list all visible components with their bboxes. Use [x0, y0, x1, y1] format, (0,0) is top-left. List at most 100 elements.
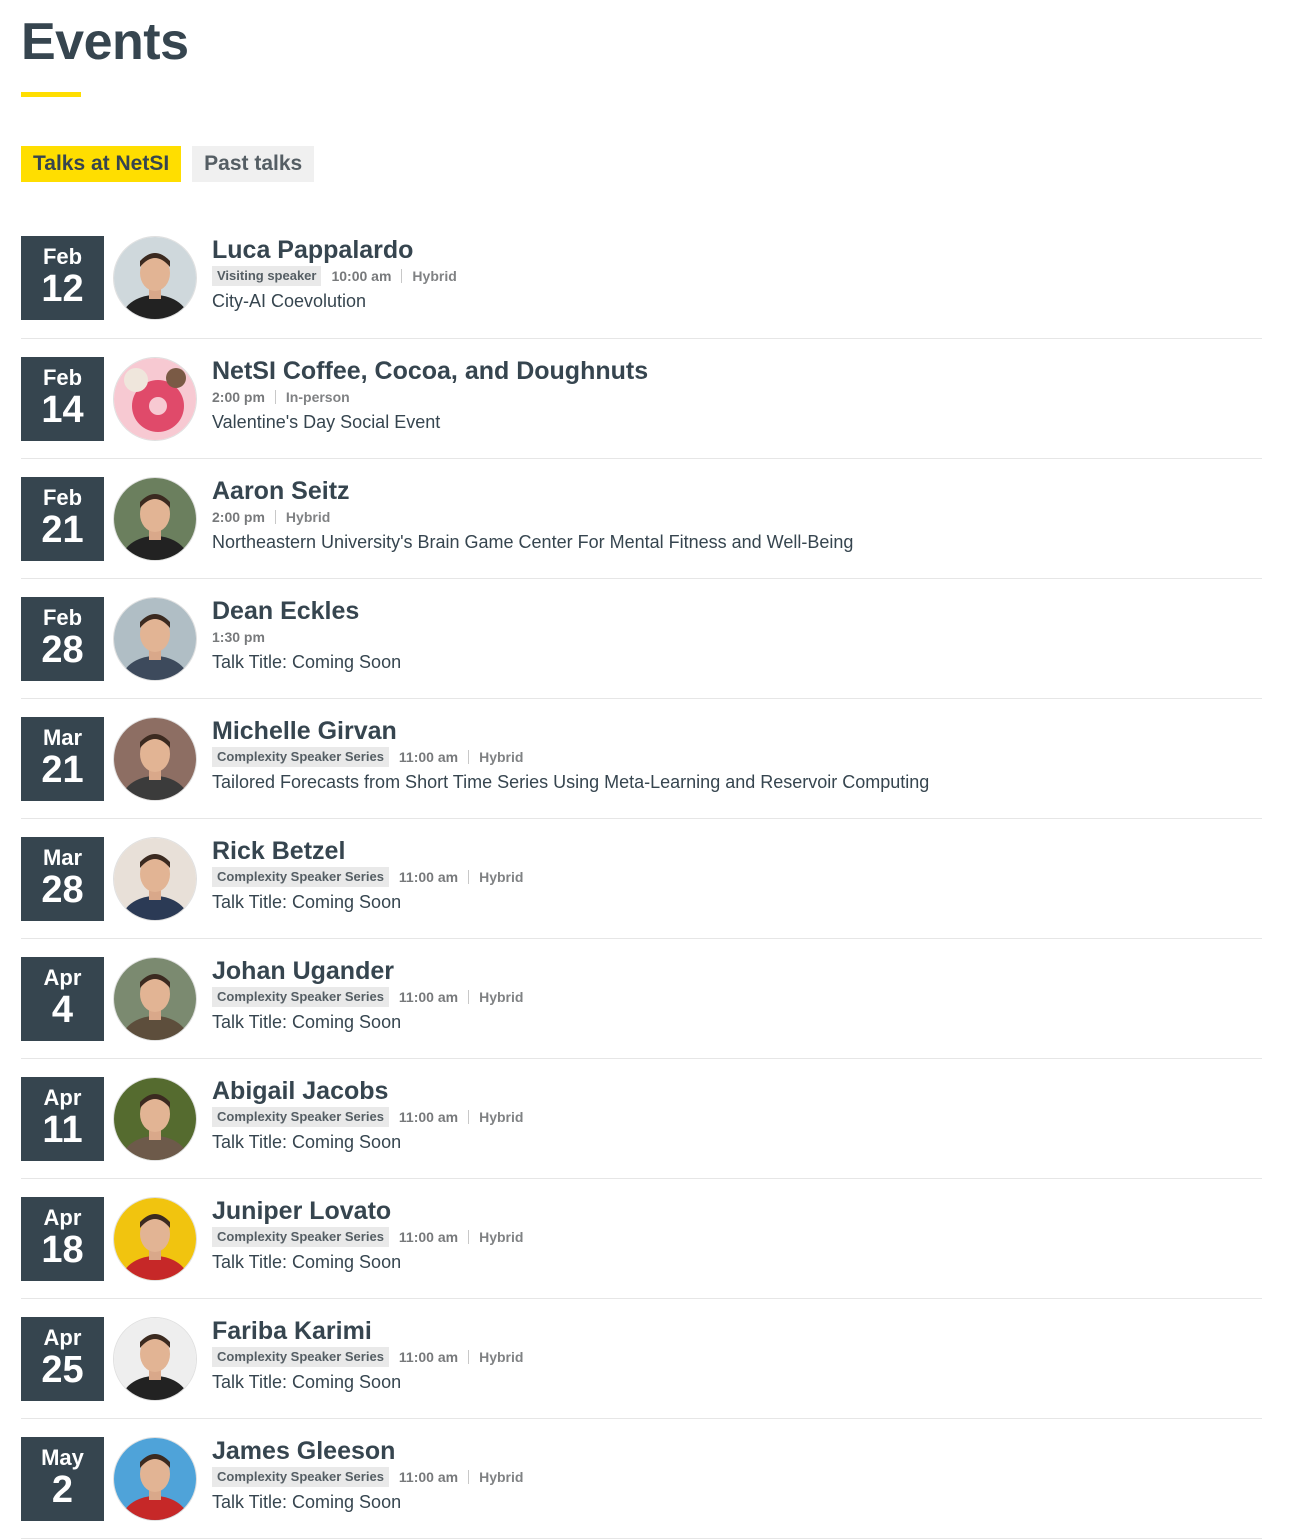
event-day: 25 [41, 1349, 84, 1391]
event-month: Apr [43, 1205, 82, 1230]
event-title-link[interactable]: Michelle Girvan [212, 716, 1262, 746]
event-subtitle: Tailored Forecasts from Short Time Serie… [212, 772, 930, 792]
event-day: 12 [41, 268, 84, 310]
event-tabs: Talks at NetSI Past talks [21, 146, 1292, 182]
event-time: 2:00 pm [212, 509, 265, 525]
event-meta: 2:00 pm In-person [212, 386, 1262, 408]
avatar[interactable] [113, 1077, 197, 1161]
events-list: Feb 12 Luca Pappalardo Visiting speaker … [21, 218, 1262, 1539]
event-mode: Hybrid [412, 268, 457, 284]
event-title-link[interactable]: Abigail Jacobs [212, 1076, 1262, 1106]
event-info: James Gleeson Complexity Speaker Series … [212, 1436, 1262, 1515]
event-month: Feb [42, 365, 83, 390]
event-day: 21 [41, 509, 84, 551]
event-meta: Complexity Speaker Series 11:00 am Hybri… [212, 746, 1262, 768]
event-time: 11:00 am [398, 989, 459, 1005]
avatar[interactable] [113, 957, 197, 1041]
event-mode: Hybrid [479, 1109, 524, 1125]
event-info: Abigail Jacobs Complexity Speaker Series… [212, 1076, 1262, 1155]
avatar[interactable] [113, 477, 197, 561]
event-info: NetSI Coffee, Cocoa, and Doughnuts 2:00 … [212, 356, 1262, 435]
event-row[interactable]: Apr 4 Johan Ugander Complexity Speaker S… [21, 939, 1262, 1059]
avatar[interactable] [113, 357, 197, 441]
avatar[interactable] [113, 236, 197, 320]
event-time: 11:00 am [398, 1229, 459, 1245]
series-badge: Complexity Speaker Series [212, 1347, 389, 1367]
event-title-link[interactable]: Juniper Lovato [212, 1196, 1262, 1226]
event-info: Juniper Lovato Complexity Speaker Series… [212, 1196, 1262, 1275]
event-mode: Hybrid [479, 989, 524, 1005]
event-mode: In-person [285, 389, 350, 405]
event-time: 10:00 am [331, 268, 392, 284]
event-month: Apr [43, 1325, 82, 1350]
series-badge: Complexity Speaker Series [212, 1107, 389, 1127]
meta-divider [401, 269, 403, 283]
event-meta: Complexity Speaker Series 11:00 am Hybri… [212, 1466, 1262, 1488]
event-date: Apr 11 [21, 1077, 104, 1161]
event-title-link[interactable]: NetSI Coffee, Cocoa, and Doughnuts [212, 356, 1262, 386]
event-row[interactable]: Apr 11 Abigail Jacobs Complexity Speaker… [21, 1059, 1262, 1179]
event-meta: Complexity Speaker Series 11:00 am Hybri… [212, 1106, 1262, 1128]
event-info: Fariba Karimi Complexity Speaker Series … [212, 1316, 1262, 1395]
event-date: Apr 4 [21, 957, 104, 1041]
event-row[interactable]: Feb 21 Aaron Seitz 2:00 pm Hybrid Northe… [21, 459, 1262, 579]
event-time: 11:00 am [398, 869, 459, 885]
event-row[interactable]: Mar 28 Rick Betzel Complexity Speaker Se… [21, 819, 1262, 939]
event-mode: Hybrid [479, 869, 524, 885]
event-row[interactable]: Apr 18 Juniper Lovato Complexity Speaker… [21, 1179, 1262, 1299]
event-title-link[interactable]: Fariba Karimi [212, 1316, 1262, 1346]
series-badge: Complexity Speaker Series [212, 747, 389, 767]
event-month: Mar [42, 845, 83, 870]
event-row[interactable]: Feb 14 NetSI Coffee, Cocoa, and Doughnut… [21, 339, 1262, 459]
meta-divider [468, 750, 470, 764]
event-title-link[interactable]: Aaron Seitz [212, 476, 1262, 506]
page-title: Events [21, 13, 189, 71]
event-mode: Hybrid [479, 1229, 524, 1245]
event-row[interactable]: Feb 12 Luca Pappalardo Visiting speaker … [21, 218, 1262, 339]
event-date: Feb 14 [21, 357, 104, 441]
tab-past-talks[interactable]: Past talks [192, 146, 315, 182]
event-subtitle: Talk Title: Coming Soon [212, 652, 402, 672]
event-time: 11:00 am [398, 1109, 459, 1125]
event-date: Apr 18 [21, 1197, 104, 1281]
event-info: Rick Betzel Complexity Speaker Series 11… [212, 836, 1262, 915]
event-title-link[interactable]: Luca Pappalardo [212, 235, 1262, 265]
avatar[interactable] [113, 1317, 197, 1401]
tab-talks-at-netsi[interactable]: Talks at NetSI [21, 146, 182, 182]
event-row[interactable]: Apr 25 Fariba Karimi Complexity Speaker … [21, 1299, 1262, 1419]
event-date: Mar 21 [21, 717, 104, 801]
event-title-link[interactable]: Dean Eckles [212, 596, 1262, 626]
event-date: Feb 21 [21, 477, 104, 561]
series-badge: Complexity Speaker Series [212, 987, 389, 1007]
event-mode: Hybrid [479, 1349, 524, 1365]
event-day: 2 [51, 1469, 74, 1511]
event-day: 4 [51, 989, 74, 1031]
event-subtitle: Valentine's Day Social Event [212, 412, 441, 432]
event-day: 28 [41, 629, 84, 671]
event-meta: Complexity Speaker Series 11:00 am Hybri… [212, 866, 1262, 888]
event-time: 11:00 am [398, 1349, 459, 1365]
avatar[interactable] [113, 1437, 197, 1521]
event-title-link[interactable]: Johan Ugander [212, 956, 1262, 986]
event-info: Aaron Seitz 2:00 pm Hybrid Northeastern … [212, 476, 1262, 555]
event-row[interactable]: Feb 28 Dean Eckles 1:30 pm Talk Title: C… [21, 579, 1262, 699]
title-accent-bar [21, 92, 81, 97]
event-row[interactable]: Mar 21 Michelle Girvan Complexity Speake… [21, 699, 1262, 819]
event-mode: Hybrid [479, 1469, 524, 1485]
event-info: Michelle Girvan Complexity Speaker Serie… [212, 716, 1262, 795]
event-title-link[interactable]: James Gleeson [212, 1436, 1262, 1466]
event-subtitle: Talk Title: Coming Soon [212, 1012, 402, 1032]
event-mode: Hybrid [285, 509, 331, 525]
avatar[interactable] [113, 597, 197, 681]
event-meta: Complexity Speaker Series 11:00 am Hybri… [212, 1346, 1262, 1368]
event-time: 11:00 am [398, 1469, 459, 1485]
avatar[interactable] [113, 717, 197, 801]
avatar[interactable] [113, 1197, 197, 1281]
avatar[interactable] [113, 837, 197, 921]
event-date: Apr 25 [21, 1317, 104, 1401]
event-day: 28 [41, 869, 84, 911]
event-meta: 1:30 pm [212, 626, 1262, 648]
event-row[interactable]: May 2 James Gleeson Complexity Speaker S… [21, 1419, 1262, 1539]
event-title-link[interactable]: Rick Betzel [212, 836, 1262, 866]
series-badge: Visiting speaker [212, 266, 322, 286]
